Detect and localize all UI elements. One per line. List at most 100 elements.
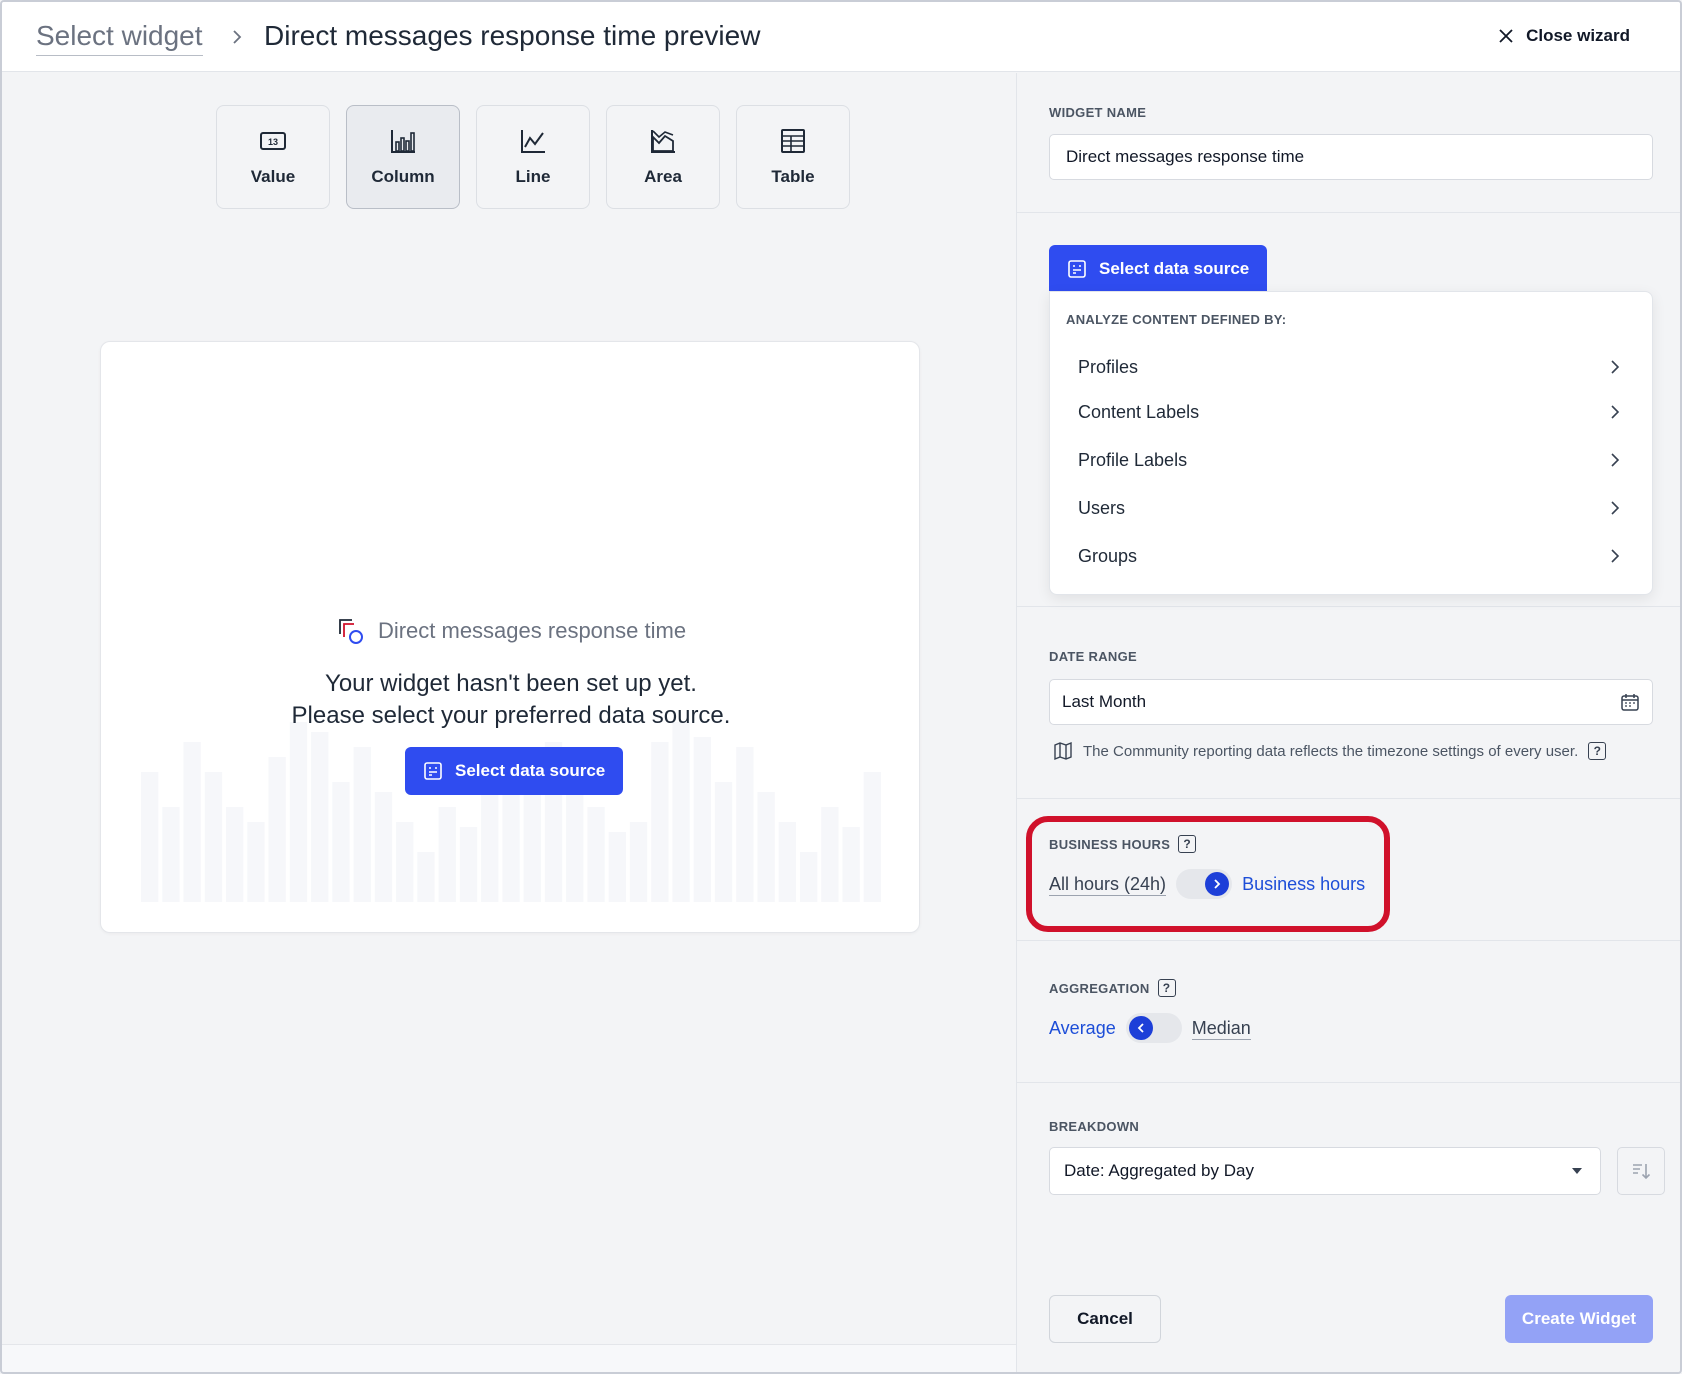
all-hours-option[interactable]: All hours (24h) xyxy=(1049,873,1167,896)
chevron-right-icon xyxy=(1214,879,1221,889)
widget-name-input[interactable] xyxy=(1066,147,1636,167)
close-wizard-label: Close wizard xyxy=(1526,26,1630,45)
placeholder-bar xyxy=(608,832,626,902)
placeholder-bar xyxy=(651,742,669,902)
placeholder-bar xyxy=(714,782,733,902)
business-hours-option[interactable]: Business hours xyxy=(1242,873,1365,895)
select-data-source-button[interactable]: Select data source xyxy=(1049,245,1268,293)
widget-type-label: Area xyxy=(644,167,682,186)
dropdown-item-users[interactable]: Users xyxy=(1050,484,1654,532)
widget-name-label: WIDGET NAME xyxy=(1049,105,1147,120)
placeholder-bar xyxy=(842,827,860,902)
placeholder-bar xyxy=(821,807,839,902)
breakdown-value: Date: Aggregated by Day xyxy=(1064,1161,1254,1180)
widget-name-field[interactable] xyxy=(1049,134,1653,180)
configuration-panel: WIDGET NAME Select data source ANALYZE C… xyxy=(1016,73,1680,1372)
timezone-note: The Community reporting data reflects th… xyxy=(1053,741,1607,761)
breadcrumb-select-widget[interactable]: Select widget xyxy=(36,20,203,56)
dropdown-heading: ANALYZE CONTENT DEFINED BY: xyxy=(1066,312,1287,327)
aggregation-toggle: Average Median xyxy=(1049,1013,1251,1043)
dropdown-item-profiles[interactable]: Profiles xyxy=(1050,343,1654,391)
dropdown-item-profile-labels[interactable]: Profile Labels xyxy=(1050,436,1654,484)
close-wizard-button[interactable]: Close wizard xyxy=(1498,26,1630,46)
aggregation-label: AGGREGATION ? xyxy=(1049,979,1176,997)
table-icon xyxy=(781,129,805,153)
chevron-right-icon xyxy=(1611,405,1620,419)
widget-type-value[interactable]: 13 Value xyxy=(216,105,330,209)
caret-down-icon xyxy=(1572,1168,1582,1174)
dropdown-item-groups[interactable]: Groups xyxy=(1050,532,1654,580)
switch-knob xyxy=(1205,872,1230,896)
placeholder-bar xyxy=(141,772,159,902)
placeholder-bar xyxy=(438,807,456,902)
placeholder-bar xyxy=(863,772,881,902)
cancel-button[interactable]: Cancel xyxy=(1049,1295,1161,1343)
widget-type-selector: 13 Value Column Line Area Table xyxy=(216,105,850,209)
widget-name-section: WIDGET NAME xyxy=(1017,73,1680,213)
date-range-field[interactable]: Last Month xyxy=(1049,679,1653,725)
widget-type-table[interactable]: Table xyxy=(736,105,850,209)
business-hours-label: BUSINESS HOURS ? xyxy=(1049,835,1197,853)
widget-title: Direct messages response time xyxy=(101,616,919,646)
widget-type-label: Line xyxy=(515,167,551,186)
value-icon: 13 xyxy=(260,132,286,150)
calendar-icon[interactable] xyxy=(1620,692,1640,712)
empty-state-message: Your widget hasn't been set up yet. Plea… xyxy=(291,670,731,729)
average-option[interactable]: Average xyxy=(1049,1017,1116,1039)
area-chart-icon xyxy=(651,130,675,153)
placeholder-bar xyxy=(226,807,244,902)
breakdown-select[interactable]: Date: Aggregated by Day xyxy=(1049,1147,1601,1195)
help-icon[interactable]: ? xyxy=(1588,742,1607,760)
placeholder-bar xyxy=(778,822,796,902)
date-range-section: DATE RANGE Last Month xyxy=(1017,607,1680,799)
placeholder-bar xyxy=(736,747,754,902)
widget-type-label: Column xyxy=(371,167,435,186)
help-icon[interactable]: ? xyxy=(1178,835,1197,853)
widget-type-area[interactable]: Area xyxy=(606,105,720,209)
widget-type-column[interactable]: Column xyxy=(346,105,460,209)
widget-type-label: Value xyxy=(250,167,296,186)
chevron-right-icon xyxy=(1611,549,1620,563)
placeholder-bar xyxy=(459,827,478,902)
svg-text:13: 13 xyxy=(268,137,278,147)
create-widget-button[interactable]: Create Widget xyxy=(1505,1295,1653,1343)
switch-knob xyxy=(1128,1016,1153,1040)
aggregation-section: AGGREGATION ? Average Median xyxy=(1017,941,1680,1083)
chevron-right-icon xyxy=(1611,360,1620,374)
placeholder-bar xyxy=(268,757,286,902)
chevron-right-icon xyxy=(1611,453,1620,467)
aggregation-switch[interactable] xyxy=(1125,1013,1182,1043)
breakdown-label: BREAKDOWN xyxy=(1049,1119,1140,1134)
data-source-dropdown: ANALYZE CONTENT DEFINED BY: Profiles Con… xyxy=(1049,291,1653,595)
widget-title-text: Direct messages response time xyxy=(377,618,687,643)
placeholder-bar xyxy=(204,772,223,902)
close-icon xyxy=(1499,29,1513,43)
placeholder-bar xyxy=(693,737,711,902)
help-icon[interactable]: ? xyxy=(1157,979,1176,997)
preview-footer xyxy=(2,1344,1016,1372)
chevron-left-icon xyxy=(1137,1023,1144,1033)
wizard-window: Select widget Direct messages response t… xyxy=(0,0,1682,1374)
dropdown-item-content-labels[interactable]: Content Labels xyxy=(1050,388,1654,436)
sort-button[interactable] xyxy=(1617,1147,1665,1195)
chevron-right-icon xyxy=(1611,501,1620,515)
select-data-source-label: Select data source xyxy=(455,761,606,780)
placeholder-bar xyxy=(311,732,329,902)
placeholder-bar xyxy=(672,722,690,902)
placeholder-bar xyxy=(247,822,265,902)
select-data-source-button[interactable]: Select data source xyxy=(405,747,624,795)
date-range-label: DATE RANGE xyxy=(1049,649,1137,664)
widget-type-line[interactable]: Line xyxy=(476,105,590,209)
median-option[interactable]: Median xyxy=(1191,1017,1251,1040)
placeholder-bar xyxy=(332,782,350,902)
data-source-icon xyxy=(424,762,442,780)
business-hours-toggle: All hours (24h) Business hours xyxy=(1049,869,1365,899)
placeholder-bar xyxy=(502,782,520,902)
placeholder-bar xyxy=(353,747,371,902)
placeholder-bar xyxy=(800,852,818,902)
placeholder-bar xyxy=(183,742,201,902)
placeholder-bar xyxy=(757,792,775,902)
column-chart-icon xyxy=(391,130,415,153)
business-hours-switch[interactable] xyxy=(1176,869,1233,899)
chevron-right-icon xyxy=(233,30,242,44)
